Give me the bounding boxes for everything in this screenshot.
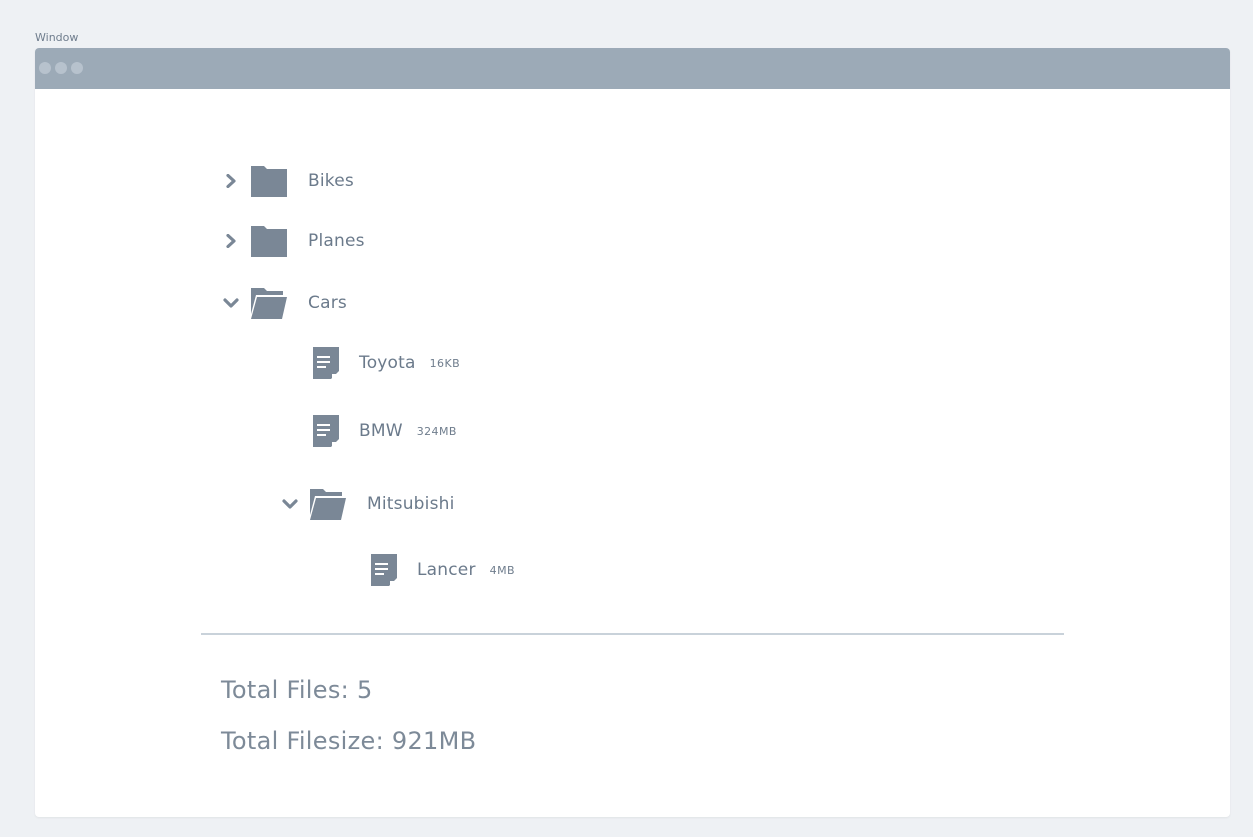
document-icon: [369, 553, 399, 587]
minimize-window-dot[interactable]: [55, 62, 67, 74]
file-name: BMW: [359, 421, 403, 441]
tree-item-toyota[interactable]: Toyota 16KB: [311, 346, 460, 380]
file-name: Toyota: [359, 353, 416, 373]
chevron-right-icon[interactable]: [222, 172, 240, 190]
chevron-right-icon[interactable]: [222, 232, 240, 250]
chevron-down-icon[interactable]: [222, 294, 240, 312]
tree-item-label: Mitsubishi: [367, 494, 455, 514]
tree-item-mitsubishi[interactable]: Mitsubishi: [281, 487, 455, 521]
tree-item-label: Bikes: [308, 171, 354, 191]
window: Bikes Planes Cars Toyota 16KB BMW 324MB …: [35, 48, 1230, 817]
tree-item-lancer[interactable]: Lancer 4MB: [369, 553, 515, 587]
title-bar[interactable]: [35, 48, 1230, 89]
maximize-window-dot[interactable]: [71, 62, 83, 74]
total-files: Total Files: 5: [221, 676, 373, 704]
window-caption: Window: [35, 31, 79, 44]
chevron-down-icon[interactable]: [281, 495, 299, 513]
folder-icon: [250, 224, 288, 258]
tree-item-bikes[interactable]: Bikes: [222, 164, 354, 198]
folder-open-icon: [309, 487, 347, 521]
tree-item-planes[interactable]: Planes: [222, 224, 365, 258]
close-window-dot[interactable]: [39, 62, 51, 74]
document-icon: [311, 414, 341, 448]
file-size: 324MB: [416, 424, 457, 438]
file-size: 4MB: [489, 563, 515, 577]
file-size: 16KB: [429, 356, 461, 370]
folder-icon: [250, 164, 288, 198]
total-filesize: Total Filesize: 921MB: [221, 727, 477, 755]
document-icon: [311, 346, 341, 380]
tree-item-cars[interactable]: Cars: [222, 286, 347, 320]
tree-item-label: Planes: [308, 231, 365, 251]
window-controls: [39, 62, 83, 74]
folder-open-icon: [250, 286, 288, 320]
tree-item-bmw[interactable]: BMW 324MB: [311, 414, 457, 448]
divider: [201, 633, 1064, 635]
tree-item-label: Cars: [308, 293, 347, 313]
file-name: Lancer: [417, 560, 476, 580]
